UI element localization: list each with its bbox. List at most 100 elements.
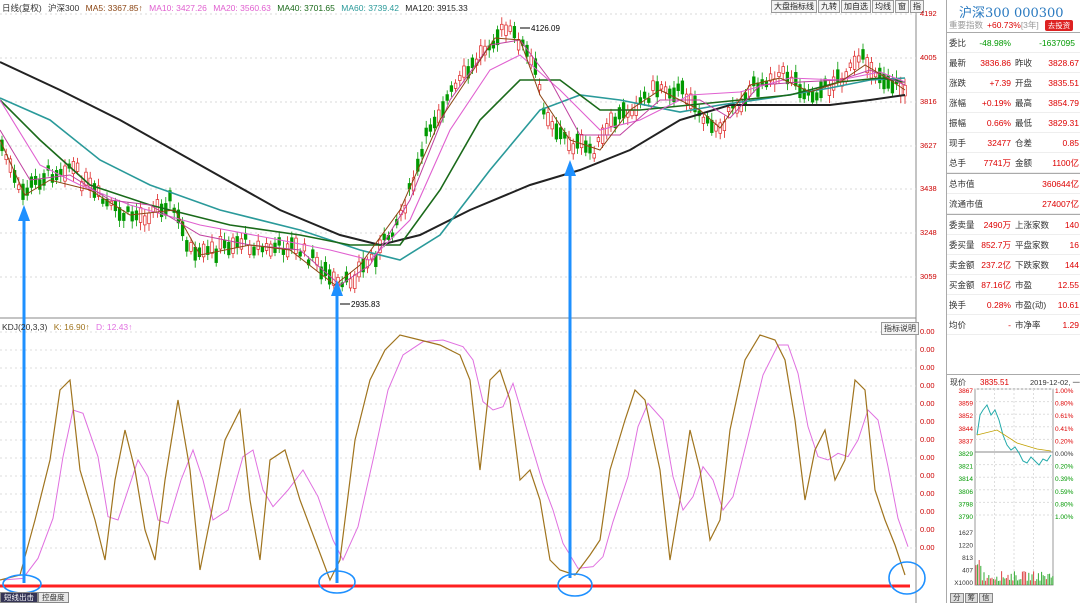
mini-left-tick: 1627: [959, 530, 974, 537]
candle-body: [537, 84, 542, 91]
candle-body: [504, 24, 508, 36]
rows2-row: 均价 - 市净率 1.29: [947, 315, 1080, 335]
rows2-value: 852.7万: [981, 239, 1011, 250]
rows-label2: 昨收: [1015, 57, 1033, 68]
candle-body: [298, 251, 302, 257]
blue-arrow-head: [564, 160, 576, 176]
candle-body: [546, 112, 550, 127]
rows2-value2: 16: [1069, 239, 1079, 250]
candle-body: [701, 116, 706, 124]
candle-body: [311, 249, 315, 259]
rows2-row: 委卖量 2490万 上涨家数 140: [947, 215, 1080, 235]
candle-body: [138, 207, 143, 223]
mini-left-tick: 3829: [959, 451, 974, 458]
rows-value: 3836.86: [980, 57, 1011, 68]
kdj-tick: 0.00: [920, 417, 935, 426]
intraday-chart[interactable]: 3867 3859 3852 3844 3837 3829 3821 3814 3806 3798…: [947, 375, 1080, 593]
ma-legend: 日线(复权) 沪深300 MA5: 3367.85↑ MA10: 3427.26…: [2, 2, 472, 14]
rows2-label: 委买量: [949, 239, 975, 250]
low-label: 2935.83: [351, 300, 380, 309]
toolbar-btn-2[interactable]: 加自选: [841, 0, 871, 13]
rows-label: 最新: [949, 57, 967, 68]
candle-body: [63, 165, 67, 182]
toolbar-btn-1[interactable]: 九转: [818, 0, 840, 13]
rows2-row: 换手 0.28% 市盈(动) 10.61: [947, 295, 1080, 315]
toolbar-btn-4[interactable]: 窗: [895, 0, 909, 13]
quote-rows: 最新 3836.86 昨收 3828.67 涨跌 +7.39 开盘 3835.51 涨幅 +0.1…: [947, 53, 1080, 173]
rows2-label2: 下跌家数: [1015, 259, 1050, 270]
indicator-help-button[interactable]: 指标说明: [881, 322, 919, 335]
candle-body: [508, 25, 512, 32]
kdj-d-line: [2, 339, 909, 581]
kdj-tick: 0.00: [920, 345, 935, 354]
candle-body: [852, 55, 857, 70]
candle-body: [588, 143, 592, 154]
candle-body: [605, 123, 609, 136]
rows-label: 总手: [949, 157, 967, 168]
mktcap-label: 总市值: [949, 178, 975, 189]
kdj-tick: 0.00: [920, 507, 935, 516]
kdj-legend: KDJ(20,3,3) K: 16.90↑ D: 12.43↑: [2, 322, 136, 332]
rows-value2: 0.85: [1062, 137, 1079, 148]
kdj-k: K: 16.90↑: [53, 322, 90, 332]
candle-body: [512, 26, 517, 39]
candle-body: [214, 248, 218, 263]
candle-body: [878, 67, 882, 84]
candle-body: [75, 162, 80, 172]
rows2-row: 卖金额 237.2亿 下跌家数 144: [947, 255, 1080, 275]
rows-value: +7.39: [989, 77, 1011, 88]
mini-tab-fen[interactable]: 分: [950, 593, 964, 603]
candle-body: [285, 243, 290, 258]
candle-body: [844, 71, 848, 82]
legend-name: 沪深300: [48, 3, 80, 13]
candle-body: [663, 86, 668, 93]
mktcap-label: 流通市值: [949, 198, 984, 209]
invest-button[interactable]: 去投资: [1044, 19, 1074, 31]
kdj-tick: 0.00: [920, 381, 935, 390]
quote-panel: 沪深300 000300 重要指数 +60.73% [3年] 去投资 委比 -4…: [946, 0, 1080, 603]
mini-tab-xin[interactable]: 信: [979, 593, 993, 603]
mini-left-tick: X1000: [954, 580, 973, 587]
rows2-value2: 10.61: [1057, 299, 1079, 310]
candle-body: [600, 127, 605, 144]
toolbar-btn-0[interactable]: 大盘指标线: [771, 0, 817, 13]
kdj-tick: 0.00: [920, 363, 935, 372]
candle-body: [126, 206, 130, 212]
weibi-diff: -1637095: [1039, 37, 1075, 48]
main-chart[interactable]: 4126.09 2935.83: [0, 0, 945, 603]
rows2-label: 卖金额: [949, 259, 975, 270]
candle-body: [33, 175, 38, 185]
rows-label: 涨跌: [949, 77, 967, 88]
toolbar-btn-3[interactable]: 均线: [872, 0, 894, 13]
mini-tab-chou[interactable]: 筹: [964, 593, 978, 603]
price-axis: 4192 4005 3816 3627 3438 3248 3059 0.00 …: [916, 0, 946, 603]
candle-body: [449, 85, 454, 92]
rows2-row: 委买量 852.7万 平盘家数 16: [947, 235, 1080, 255]
candle-body: [550, 121, 554, 130]
tab-control-degree[interactable]: 控盘度: [38, 592, 69, 603]
candle-body: [592, 153, 596, 159]
candle-body: [861, 49, 865, 60]
weibi-value: -48.98%: [979, 37, 1011, 48]
tab-short-attack[interactable]: 短线出击: [0, 592, 38, 603]
mini-right-tick: 0.61%: [1055, 413, 1074, 420]
rows2-value2: 144: [1064, 259, 1079, 270]
panel-subline: 重要指数 +60.73% [3年] 去投资: [947, 18, 1080, 32]
legend-ma120: MA120: 3915.33: [405, 3, 468, 13]
candle-body: [357, 261, 361, 278]
mini-right-tick: 0.41%: [1055, 426, 1074, 433]
candle-body: [277, 237, 281, 246]
kdj-tick: 0.00: [920, 435, 935, 444]
candle-body: [428, 124, 433, 132]
candle-body: [777, 71, 781, 77]
candle-body: [579, 134, 584, 149]
candle-body: [17, 184, 21, 190]
blue-arrow-head: [18, 205, 30, 221]
rows-row: 涨跌 +7.39 开盘 3835.51: [947, 73, 1080, 93]
rows2-value: 237.2亿: [981, 259, 1011, 270]
kdj-tick: 0.00: [920, 327, 935, 336]
rows2-value2: 1.29: [1062, 319, 1079, 330]
panel-title: 沪深300 000300: [959, 6, 1064, 21]
candle-body: [130, 211, 134, 222]
mini-left-tick: 3814: [959, 476, 974, 483]
